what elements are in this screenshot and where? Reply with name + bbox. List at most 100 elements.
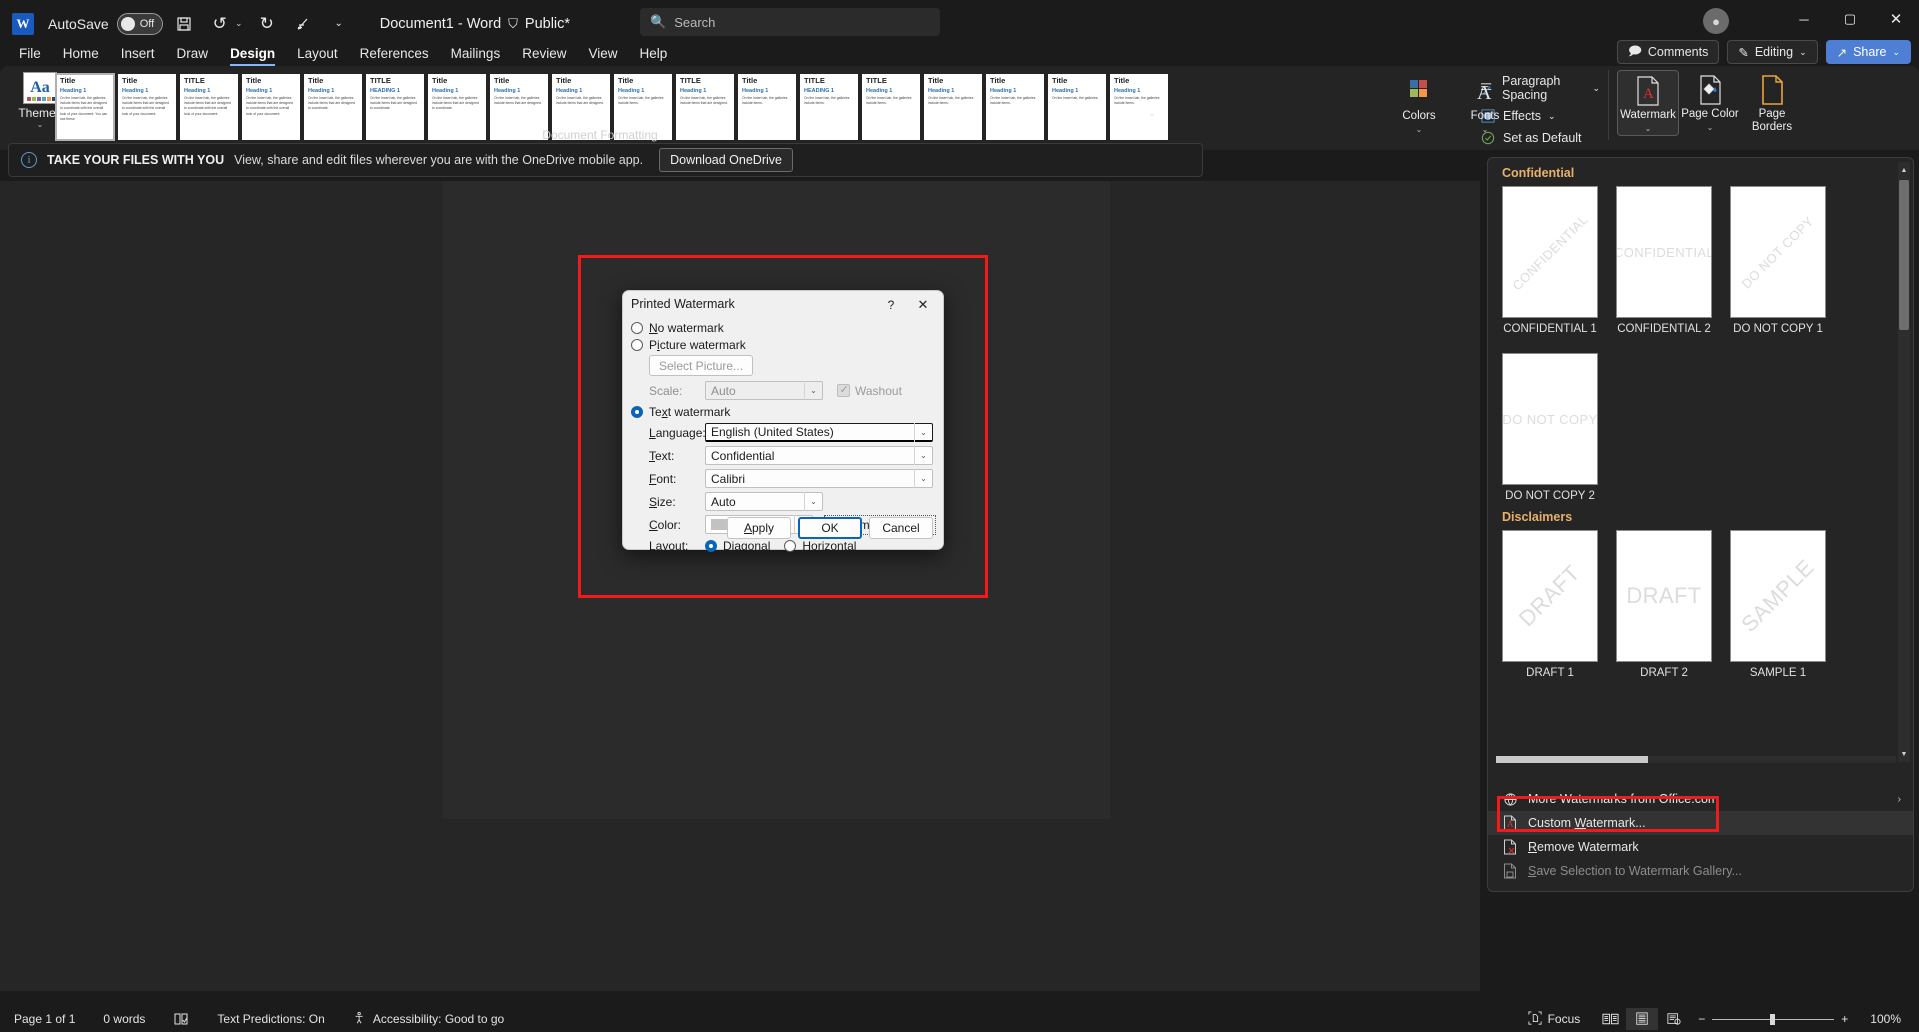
zoom-slider[interactable]: − +: [1690, 1012, 1856, 1026]
undo-icon[interactable]: ↺: [205, 9, 235, 39]
read-mode-icon[interactable]: [1594, 1008, 1626, 1030]
watermark-thumbnail[interactable]: CONFIDENTIAL: [1502, 186, 1598, 318]
no-watermark-option[interactable]: No watermark: [631, 321, 933, 335]
colors-button[interactable]: Colors ⌄: [1388, 72, 1450, 136]
help-icon[interactable]: ?: [881, 295, 901, 315]
fonts-button[interactable]: A Fonts ⌄: [1454, 72, 1516, 136]
language-combobox[interactable]: English (United States) ⌄: [705, 423, 933, 442]
watermark-gallery-item[interactable]: CONFIDENTIAL CONFIDENTIAL 2: [1616, 186, 1712, 335]
menu-item-more-watermarks[interactable]: More Watermarks from Office.com ›: [1488, 787, 1913, 811]
autosave-control[interactable]: AutoSave Off: [48, 12, 163, 35]
chevron-down-icon[interactable]: ⌄: [804, 381, 822, 400]
ok-button[interactable]: OK: [798, 517, 862, 539]
redo-icon[interactable]: ↻: [252, 9, 282, 39]
text-watermark-option[interactable]: Text watermark: [631, 405, 933, 419]
zoom-knob[interactable]: [1770, 1013, 1776, 1025]
tab-help[interactable]: Help: [629, 43, 679, 64]
apply-button[interactable]: Apply: [727, 517, 791, 539]
font-combobox[interactable]: Calibri ⌄: [705, 469, 933, 488]
picture-watermark-radio[interactable]: [631, 339, 643, 351]
autosave-toggle[interactable]: Off: [116, 12, 163, 35]
word-count[interactable]: 0 words: [89, 1006, 159, 1032]
tab-layout[interactable]: Layout: [286, 43, 349, 64]
layout-diagonal-option[interactable]: Diagonal: [705, 539, 770, 553]
gallery-more-icon[interactable]: ⌄: [1144, 102, 1160, 124]
watermark-thumbnail[interactable]: DO NOT COPY: [1502, 353, 1598, 485]
tab-file[interactable]: File: [8, 43, 52, 64]
scrollbar-thumb[interactable]: [1899, 180, 1909, 330]
proofing-icon[interactable]: [159, 1006, 203, 1032]
minimize-icon[interactable]: ─: [1781, 0, 1827, 38]
gallery-horizontal-scrollbar[interactable]: [1496, 756, 1896, 763]
zoom-level[interactable]: 100%: [1856, 1006, 1919, 1032]
scrollbar-thumb-horizontal[interactable]: [1496, 756, 1648, 763]
focus-button[interactable]: Focus: [1514, 1006, 1595, 1032]
share-button[interactable]: ↗ Share ⌄: [1825, 40, 1911, 64]
page-borders-button[interactable]: Page Borders: [1741, 70, 1803, 136]
tab-home[interactable]: Home: [52, 43, 110, 64]
menu-item-remove-watermark[interactable]: Remove Watermark: [1488, 835, 1913, 859]
print-layout-icon[interactable]: [1626, 1008, 1659, 1030]
zoom-out-button[interactable]: −: [1698, 1012, 1705, 1026]
zoom-track[interactable]: [1712, 1013, 1835, 1025]
maximize-icon[interactable]: ▢: [1827, 0, 1873, 38]
watermark-thumbnail[interactable]: DRAFT: [1502, 530, 1598, 662]
scroll-up-icon[interactable]: ▲: [1900, 165, 1908, 175]
tab-design[interactable]: Design: [219, 43, 286, 64]
washout-checkbox-row[interactable]: Washout: [837, 383, 902, 398]
chevron-down-icon[interactable]: ⌄: [1645, 124, 1652, 133]
watermark-thumbnail[interactable]: DRAFT: [1616, 530, 1712, 662]
page-indicator[interactable]: Page 1 of 1: [0, 1006, 89, 1032]
tab-draw[interactable]: Draw: [166, 43, 220, 64]
customize-quick-access-icon[interactable]: ⌄: [324, 9, 354, 39]
watermark-gallery-item[interactable]: SAMPLE SAMPLE 1: [1730, 530, 1826, 679]
scale-combobox[interactable]: Auto ⌄: [705, 381, 823, 400]
gallery-vertical-scrollbar[interactable]: ▲ ▼: [1898, 162, 1910, 762]
chevron-down-icon[interactable]: ⌄: [1482, 125, 1489, 134]
chevron-down-icon[interactable]: ⌄: [804, 492, 822, 511]
chevron-down-icon[interactable]: ⌄: [914, 423, 932, 442]
printed-watermark-dialog[interactable]: Printed Watermark ? ✕ No watermark Pictu…: [622, 290, 944, 553]
save-icon[interactable]: [169, 9, 199, 39]
page-color-button[interactable]: Page Color ⌄: [1679, 70, 1741, 134]
tab-review[interactable]: Review: [511, 43, 577, 64]
watermark-text-value[interactable]: Confidential: [706, 449, 774, 463]
picture-watermark-option[interactable]: Picture watermark: [631, 338, 933, 352]
undo-dropdown-icon[interactable]: ⌄: [232, 18, 246, 29]
watermark-button[interactable]: A Watermark ⌄: [1617, 70, 1679, 137]
washout-checkbox[interactable]: [837, 383, 850, 397]
chevron-down-icon[interactable]: ⌄: [1416, 125, 1423, 134]
accessibility-status[interactable]: Accessibility: Good to go: [339, 1006, 518, 1032]
watermark-gallery-item[interactable]: DO NOT COPY DO NOT COPY 1: [1730, 186, 1826, 335]
watermark-thumbnail[interactable]: DO NOT COPY: [1730, 186, 1826, 318]
dialog-close-icon[interactable]: ✕: [913, 295, 933, 315]
document-title-area[interactable]: Document1 - Word ⛉ Public*: [380, 16, 570, 32]
avatar[interactable]: ●: [1703, 8, 1729, 34]
web-layout-icon[interactable]: [1658, 1008, 1690, 1030]
tab-mailings[interactable]: Mailings: [440, 43, 512, 64]
watermark-gallery-item[interactable]: DRAFT DRAFT 2: [1616, 530, 1712, 679]
select-picture-button[interactable]: Select Picture...: [649, 355, 754, 376]
zoom-in-button[interactable]: +: [1841, 1012, 1848, 1026]
layout-horizontal-radio[interactable]: [784, 540, 797, 552]
layout-horizontal-option[interactable]: Horizontal: [784, 539, 856, 553]
tab-insert[interactable]: Insert: [110, 43, 166, 64]
size-combobox[interactable]: Auto ⌄: [705, 492, 823, 511]
close-icon[interactable]: ✕: [1873, 0, 1919, 38]
pen-icon[interactable]: [288, 9, 318, 39]
scroll-down-icon[interactable]: ▼: [1900, 749, 1908, 759]
comments-button[interactable]: 🗩 Comments: [1617, 40, 1720, 64]
editing-mode-button[interactable]: ✎ Editing ⌄: [1727, 40, 1818, 64]
chevron-down-icon[interactable]: ⌄: [914, 446, 932, 465]
watermark-thumbnail[interactable]: CONFIDENTIAL: [1616, 186, 1712, 318]
chevron-down-icon[interactable]: ⌄: [914, 469, 932, 488]
cancel-button[interactable]: Cancel: [869, 517, 933, 539]
search-input[interactable]: 🔍 Search: [640, 8, 940, 36]
watermark-gallery-scroll-area[interactable]: Confidential CONFIDENTIAL CONFIDENTIAL 1 CO…: [1488, 158, 1913, 766]
tab-references[interactable]: References: [349, 43, 440, 64]
tab-view[interactable]: View: [577, 43, 628, 64]
download-onedrive-button[interactable]: Download OneDrive: [659, 148, 793, 172]
watermark-gallery-item[interactable]: CONFIDENTIAL CONFIDENTIAL 1: [1502, 186, 1598, 335]
no-watermark-radio[interactable]: [631, 322, 643, 334]
text-watermark-radio[interactable]: [631, 406, 643, 418]
